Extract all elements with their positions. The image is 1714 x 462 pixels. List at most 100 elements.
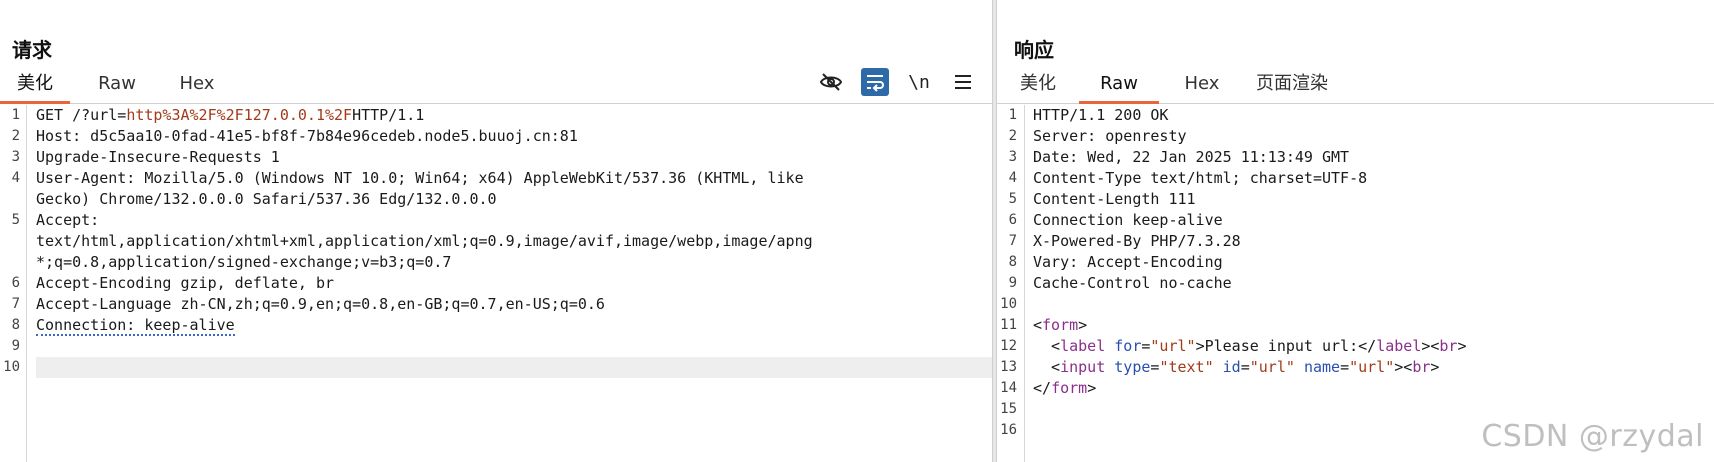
code-token: Cache-Control no-cache	[1033, 274, 1232, 292]
request-pane: 请求 美化 Raw Hex \n 1 2 3 4 5 6 7 8 9 10 GET /?	[0, 0, 992, 462]
code-token: id	[1222, 358, 1241, 376]
code-token: Connection keep-alive	[1033, 211, 1223, 229]
line-number: 2	[11, 128, 20, 144]
code-line: text/html,application/xhtml+xml,applicat…	[36, 231, 992, 252]
code-token: text/html,application/xhtml+xml,applicat…	[36, 232, 813, 250]
request-title: 请求	[12, 38, 52, 62]
code-line: Cache-Control no-cache	[1033, 273, 1714, 294]
request-editor[interactable]: 1 2 3 4 5 6 7 8 9 10 GET /?url=http%3A%2F%2F127.0…	[0, 105, 992, 462]
line-number: 3	[11, 149, 20, 165]
response-tab-hex[interactable]: Hex	[1172, 68, 1232, 104]
code-token: br	[1439, 337, 1458, 355]
code-token: HTTP/1.1	[352, 106, 425, 124]
code-line: Connection keep-alive	[1033, 210, 1714, 231]
code-line: Vary: Accept-Encoding	[1033, 252, 1714, 273]
code-token: "url"	[1349, 358, 1395, 376]
line-number: 2	[1008, 128, 1017, 144]
response-pane: 响应 美化 Raw Hex 页面渲染 1 2 3 4 5 6 7 8 9 10 11 12 13 14 15…	[997, 0, 1714, 462]
code-line: </form>	[1033, 378, 1714, 399]
code-token: =	[1240, 358, 1250, 376]
line-number: 5	[1008, 191, 1017, 207]
code-line: Gecko) Chrome/132.0.0.0 Safari/537.36 Ed…	[36, 189, 992, 210]
code-line: Accept:	[36, 210, 992, 231]
code-line: <form>	[1033, 315, 1714, 336]
code-token: >Please input url:</	[1195, 337, 1377, 355]
code-token: Accept:	[36, 211, 100, 229]
line-number: 10	[1000, 296, 1017, 312]
request-code[interactable]: GET /?url=http%3A%2F%2F127.0.0.1%2FHTTP/…	[36, 105, 992, 462]
request-tab-pretty[interactable]: 美化	[0, 68, 70, 104]
line-number: 16	[1000, 422, 1017, 438]
line-number: 14	[1000, 380, 1017, 396]
code-line: *;q=0.8,application/signed-exchange;v=b3…	[36, 252, 992, 273]
line-number: 7	[11, 296, 20, 312]
line-number: 4	[11, 170, 20, 186]
line-number: 15	[1000, 401, 1017, 417]
line-number: 8	[11, 317, 20, 333]
code-token: type	[1114, 358, 1151, 376]
line-number: 9	[1008, 275, 1017, 291]
code-line: Date: Wed, 22 Jan 2025 11:13:49 GMT	[1033, 147, 1714, 168]
code-token: Date: Wed, 22 Jan 2025 11:13:49 GMT	[1033, 148, 1350, 166]
code-line: Server: openresty	[1033, 126, 1714, 147]
code-token: form	[1051, 379, 1088, 397]
newline-toggle-button[interactable]: \n	[905, 68, 933, 96]
eye-slash-icon[interactable]	[817, 68, 845, 96]
code-token: form	[1042, 316, 1079, 334]
code-token: Content-Type text/html; charset=UTF-8	[1033, 169, 1368, 187]
code-token: X-Powered-By PHP/7.3.28	[1033, 232, 1241, 250]
code-token: "url"	[1150, 337, 1196, 355]
code-line: Accept-Language zh-CN,zh;q=0.9,en;q=0.8,…	[36, 294, 992, 315]
line-number	[0, 189, 20, 210]
word-wrap-icon[interactable]	[861, 68, 889, 96]
response-tabs: 美化 Raw Hex 页面渲染	[997, 68, 1714, 104]
response-editor[interactable]: 1 2 3 4 5 6 7 8 9 10 11 12 13 14 15 16 HTTP/1.1 200 OK S…	[997, 105, 1714, 462]
code-token: >	[1430, 358, 1440, 376]
code-token: >	[1457, 337, 1467, 355]
line-number: 7	[1008, 233, 1017, 249]
code-token: Gecko) Chrome/132.0.0.0 Safari/537.36 Ed…	[36, 190, 497, 208]
request-tab-hex[interactable]: Hex	[162, 68, 232, 104]
code-line: <input type="text" id="url" name="url"><…	[1033, 357, 1714, 378]
code-token: Upgrade-Insecure-Requests 1	[36, 148, 280, 166]
hamburger-menu-icon[interactable]	[949, 68, 977, 96]
watermark: CSDN @rzydal	[1481, 419, 1704, 454]
code-token: GET /?url=	[36, 106, 127, 124]
line-number: 11	[1000, 317, 1017, 333]
code-token: Host: d5c5aa10-0fad-41e5-bf8f-7b84e96ced…	[36, 127, 578, 145]
code-line: GET /?url=http%3A%2F%2F127.0.0.1%2FHTTP/…	[36, 105, 992, 126]
code-token: <	[1033, 316, 1043, 334]
code-token: input	[1060, 358, 1106, 376]
code-token: Connection: keep-alive	[36, 316, 235, 336]
request-tab-raw[interactable]: Raw	[82, 68, 152, 104]
code-token: ><	[1394, 358, 1413, 376]
code-token: ><	[1421, 337, 1440, 355]
response-tab-render[interactable]: 页面渲染	[1247, 68, 1337, 104]
code-token: label	[1060, 337, 1106, 355]
response-tab-raw[interactable]: Raw	[1079, 68, 1159, 104]
code-token: Vary: Accept-Encoding	[1033, 253, 1223, 271]
line-number: 4	[1008, 170, 1017, 186]
code-token: <	[1033, 337, 1061, 355]
code-line: X-Powered-By PHP/7.3.28	[1033, 231, 1714, 252]
response-tab-pretty[interactable]: 美化	[1009, 68, 1067, 104]
response-code[interactable]: HTTP/1.1 200 OK Server: openresty Date: We…	[1033, 105, 1714, 462]
code-token: for	[1114, 337, 1142, 355]
code-token: http%3A%2F%2F127.0.0.1%2F	[126, 106, 353, 124]
line-number: 6	[11, 275, 20, 291]
code-token: Accept-Encoding gzip, deflate, br	[36, 274, 335, 292]
code-line: Accept-Encoding gzip, deflate, br	[36, 273, 992, 294]
code-token: Server: openresty	[1033, 127, 1187, 145]
code-token: <	[1033, 358, 1061, 376]
code-line: Upgrade-Insecure-Requests 1	[36, 147, 992, 168]
line-number: 1	[1008, 107, 1017, 123]
code-line: <label for="url">Please input url:</labe…	[1033, 336, 1714, 357]
code-line: Content-Length 111	[1033, 189, 1714, 210]
line-number: 3	[1008, 149, 1017, 165]
code-token: "url"	[1249, 358, 1295, 376]
